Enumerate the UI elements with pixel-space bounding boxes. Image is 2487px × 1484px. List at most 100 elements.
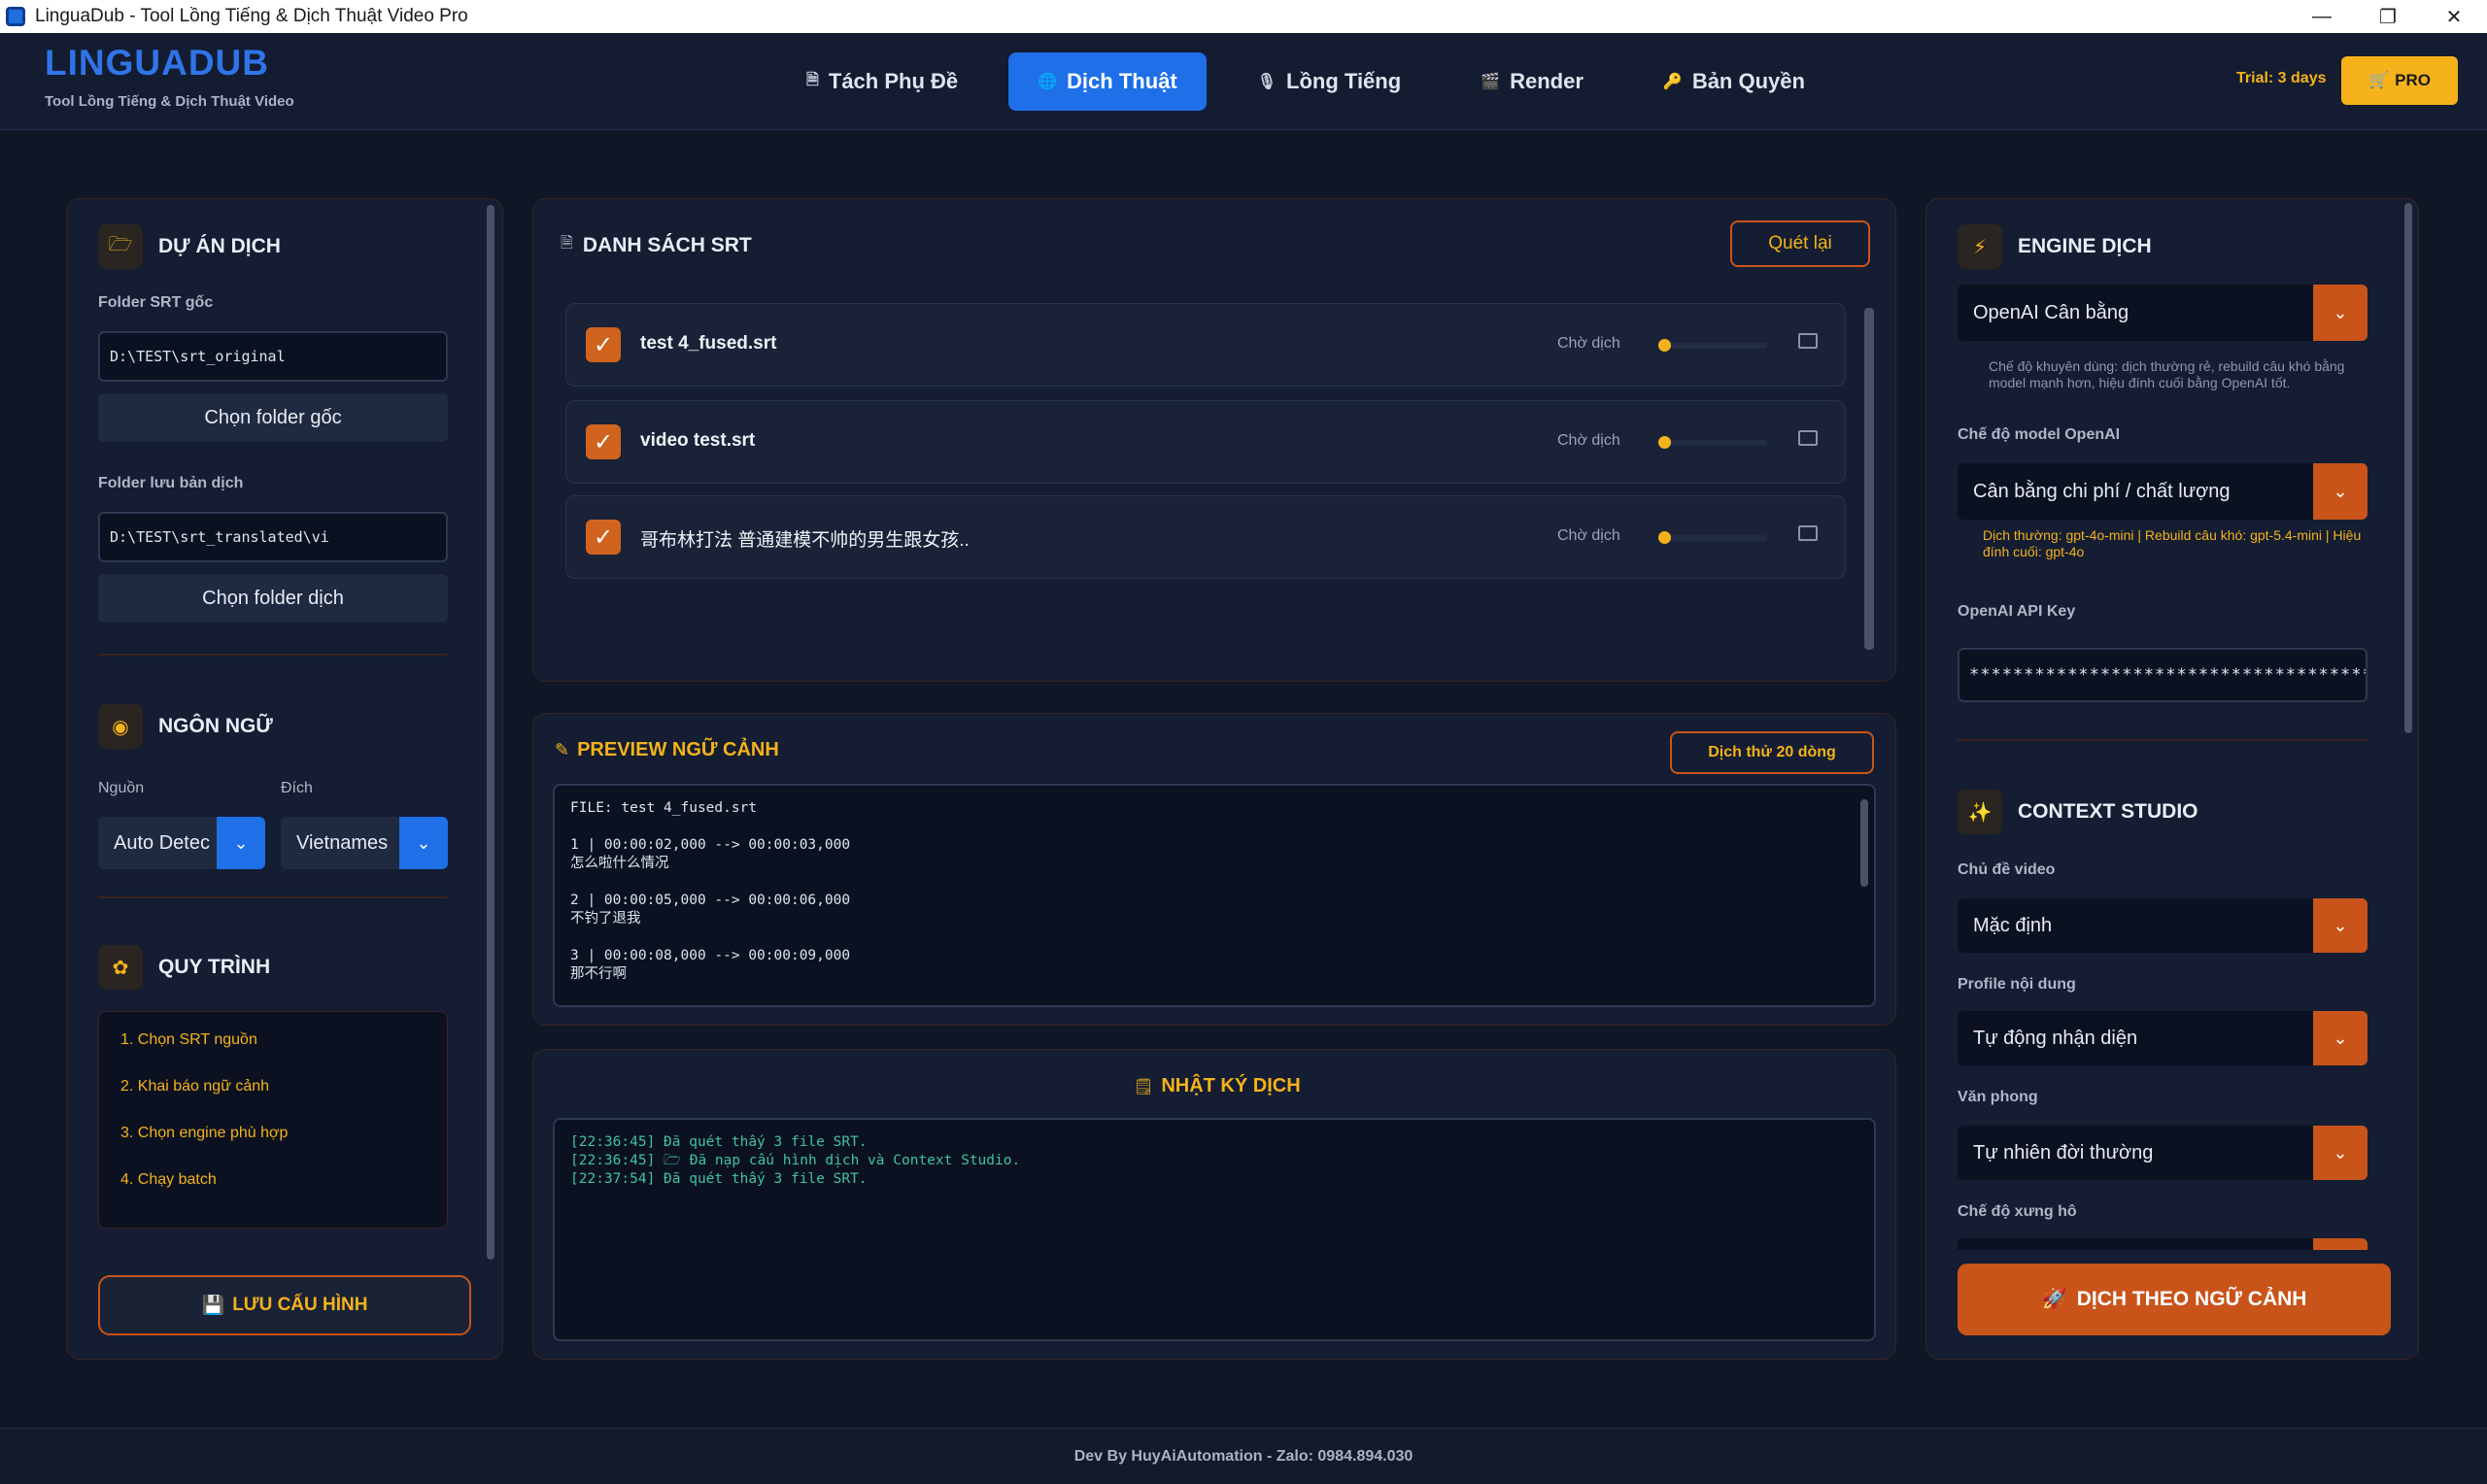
srt-row[interactable]: ✓ test 4_fused.srt Chờ dịch bbox=[565, 303, 1846, 387]
trial-badge: Trial: 3 days bbox=[2236, 70, 2327, 86]
gear-icon: ✿ bbox=[98, 945, 143, 990]
srt-filename: 哥布林打法 普通建模不帅的男生跟女孩.. bbox=[640, 530, 970, 551]
srt-title: DANH SÁCH SRT bbox=[582, 233, 752, 256]
srt-row[interactable]: ✓ 哥布林打法 普通建模不帅的男生跟女孩.. Chờ dịch bbox=[565, 495, 1846, 579]
save-config-button[interactable]: 💾 LƯU CẤU HÌNH bbox=[98, 1275, 471, 1335]
preview-title: PREVIEW NGỮ CẢNH bbox=[577, 739, 779, 760]
srt-row[interactable]: ✓ video test.srt Chờ dịch bbox=[565, 400, 1846, 484]
style-label: Văn phong bbox=[1958, 1089, 2038, 1105]
dst-folder-label: Folder lưu bản dịch bbox=[98, 475, 244, 491]
tab-ban-quyen[interactable]: 🔑 Bản Quyền bbox=[1634, 52, 1834, 111]
profile-select[interactable]: Tự động nhận diện ⌄ bbox=[1958, 1011, 2368, 1065]
maximize-button[interactable]: ❐ bbox=[2355, 0, 2421, 33]
log-text: [22:36:45] Đã quét thấy 3 file SRT. [22:… bbox=[570, 1133, 1020, 1189]
chevron-down-icon: ⌄ bbox=[217, 817, 265, 869]
source-lang-select[interactable]: Auto Detec ⌄ bbox=[98, 817, 265, 869]
api-key-field[interactable]: ****************************************… bbox=[1958, 648, 2368, 702]
context-title: CONTEXT STUDIO bbox=[2018, 800, 2198, 823]
model-mode-select[interactable]: Cân bằng chi phí / chất lượng ⌄ bbox=[1958, 463, 2368, 520]
test-translate-button[interactable]: Dịch thử 20 dòng bbox=[1670, 731, 1874, 774]
microphone-icon: 🎙 bbox=[1256, 74, 1278, 90]
divider bbox=[1958, 739, 2368, 741]
minimize-button[interactable]: — bbox=[2289, 0, 2355, 33]
progress-bar bbox=[1662, 440, 1767, 446]
srt-filename: test 4_fused.srt bbox=[640, 333, 777, 354]
right-scrollbar[interactable] bbox=[2404, 203, 2412, 733]
workflow-step: 1. Chọn SRT nguồn bbox=[120, 1031, 257, 1048]
checkbox[interactable]: ✓ bbox=[586, 520, 621, 555]
chevron-down-icon: ⌄ bbox=[2313, 1126, 2368, 1180]
log-line: [22:37:54] Đã quét thấy 3 file SRT. bbox=[570, 1171, 868, 1187]
nav-tabs: 🗎 Tách Phụ Đề 🌐 Dịch Thuật 🎙 Lồng Tiếng … bbox=[777, 52, 1834, 111]
preview-line: 1 | 00:00:02,000 --> 00:00:03,000 bbox=[570, 837, 851, 853]
tab-render[interactable]: 🎬 Render bbox=[1451, 52, 1613, 111]
top-nav: LINGUADUB Tool Lồng Tiếng & Dịch Thuật V… bbox=[0, 33, 2487, 130]
left-scrollbar[interactable] bbox=[487, 205, 494, 1260]
dst-folder-field[interactable]: D:\TEST\srt_translated\vi bbox=[98, 512, 448, 562]
tab-long-tieng[interactable]: 🎙 Lồng Tiếng bbox=[1228, 52, 1430, 111]
workflow-list: 1. Chọn SRT nguồn 2. Khai báo ngữ cảnh 3… bbox=[98, 1011, 448, 1229]
chevron-down-icon: ⌄ bbox=[2313, 463, 2368, 520]
preview-panel: ✎ PREVIEW NGỮ CẢNH Dịch thử 20 dòng FILE… bbox=[532, 713, 1896, 1026]
choose-src-folder-button[interactable]: Chọn folder gốc bbox=[98, 393, 448, 442]
topic-select[interactable]: Mặc định ⌄ bbox=[1958, 898, 2368, 953]
close-button[interactable]: ✕ bbox=[2421, 0, 2487, 33]
choose-dst-folder-button[interactable]: Chọn folder dịch bbox=[98, 574, 448, 623]
save-config-label: LƯU CẤU HÌNH bbox=[232, 1295, 368, 1315]
style-select[interactable]: Tự nhiên đời thường ⌄ bbox=[1958, 1126, 2368, 1180]
translate-context-label: DỊCH THEO NGỮ CẢNH bbox=[2076, 1288, 2307, 1310]
folder-icon[interactable] bbox=[1798, 430, 1818, 446]
profile-label: Profile nội dung bbox=[1958, 976, 2076, 993]
brand-tagline: Tool Lồng Tiếng & Dịch Thuật Video bbox=[45, 93, 294, 110]
target-lang-select[interactable]: Vietnames ⌄ bbox=[281, 817, 448, 869]
model-mode-value: Cân bằng chi phí / chất lượng bbox=[1958, 463, 2313, 520]
engine-note: Chế độ khuyên dùng: dịch thường rẻ, rebu… bbox=[1989, 358, 2345, 390]
footer: Dev By HuyAiAutomation - Zalo: 0984.894.… bbox=[0, 1428, 2487, 1484]
pronoun-label: Chế độ xưng hô bbox=[1958, 1203, 2077, 1220]
preview-text: FILE: test 4_fused.srt 1 | 00:00:02,000 … bbox=[570, 799, 850, 984]
target-lang-label: Đích bbox=[281, 780, 313, 796]
style-value: Tự nhiên đời thường bbox=[1958, 1126, 2313, 1180]
progress-dot bbox=[1658, 531, 1671, 544]
workflow-title: QUY TRÌNH bbox=[158, 956, 271, 978]
engine-select[interactable]: OpenAI Cân bằng ⌄ bbox=[1958, 285, 2368, 341]
pronoun-select-clipped[interactable] bbox=[1958, 1238, 2368, 1250]
window-title: LinguaDub - Tool Lồng Tiếng & Dịch Thuật… bbox=[35, 6, 468, 26]
preview-box[interactable]: FILE: test 4_fused.srt 1 | 00:00:02,000 … bbox=[553, 784, 1876, 1007]
model-mode-label: Chế độ model OpenAI bbox=[1958, 426, 2121, 443]
preview-line: 2 | 00:00:05,000 --> 00:00:06,000 bbox=[570, 893, 851, 908]
engine-section-header: ⚡ ENGINE DỊCH bbox=[1958, 224, 2152, 269]
translate-context-button[interactable]: 🚀 DỊCH THEO NGỮ CẢNH bbox=[1958, 1264, 2391, 1335]
tab-tach-phu-de[interactable]: 🗎 Tách Phụ Đề bbox=[777, 52, 987, 111]
key-icon: 🔑 bbox=[1662, 74, 1683, 90]
checkbox[interactable]: ✓ bbox=[586, 424, 621, 459]
preview-line: 3 | 00:00:08,000 --> 00:00:09,000 bbox=[570, 948, 851, 963]
chevron-down-icon: ⌄ bbox=[2313, 285, 2368, 341]
rescan-button[interactable]: Quét lại bbox=[1730, 220, 1870, 267]
tab-label: Bản Quyền bbox=[1691, 69, 1805, 93]
log-box[interactable]: [22:36:45] Đã quét thấy 3 file SRT. [22:… bbox=[553, 1118, 1876, 1341]
log-title: NHẬT KÝ DỊCH bbox=[1161, 1075, 1301, 1096]
sparkle-icon: ✨ bbox=[1958, 790, 2002, 834]
file-icon: 🗎 bbox=[561, 235, 573, 252]
divider bbox=[98, 654, 448, 656]
folder-icon[interactable] bbox=[1798, 333, 1818, 349]
tab-label: Render bbox=[1510, 69, 1584, 93]
srt-status: Chờ dịch bbox=[1557, 432, 1620, 449]
workflow-step: 3. Chọn engine phù hợp bbox=[120, 1125, 289, 1141]
pro-button[interactable]: 🛒 PRO bbox=[2341, 56, 2458, 105]
chevron-down-icon: ⌄ bbox=[2313, 898, 2368, 953]
tab-label: Dịch Thuật bbox=[1067, 69, 1177, 93]
folder-icon[interactable] bbox=[1798, 525, 1818, 541]
srt-scrollbar[interactable] bbox=[1864, 308, 1874, 650]
tab-dich-thuat[interactable]: 🌐 Dịch Thuật bbox=[1008, 52, 1207, 111]
project-title: DỰ ÁN DỊCH bbox=[158, 235, 281, 257]
clapperboard-icon: 🎬 bbox=[1481, 74, 1501, 90]
checkbox[interactable]: ✓ bbox=[586, 327, 621, 362]
src-folder-field[interactable]: D:\TEST\srt_original bbox=[98, 331, 448, 382]
app-icon bbox=[6, 7, 25, 26]
preview-scrollbar[interactable] bbox=[1860, 799, 1868, 887]
globe-icon: 🌐 bbox=[1038, 74, 1058, 90]
brand-logo: LINGUADUB bbox=[45, 43, 269, 83]
workflow-step: 2. Khai báo ngữ cảnh bbox=[120, 1078, 270, 1095]
